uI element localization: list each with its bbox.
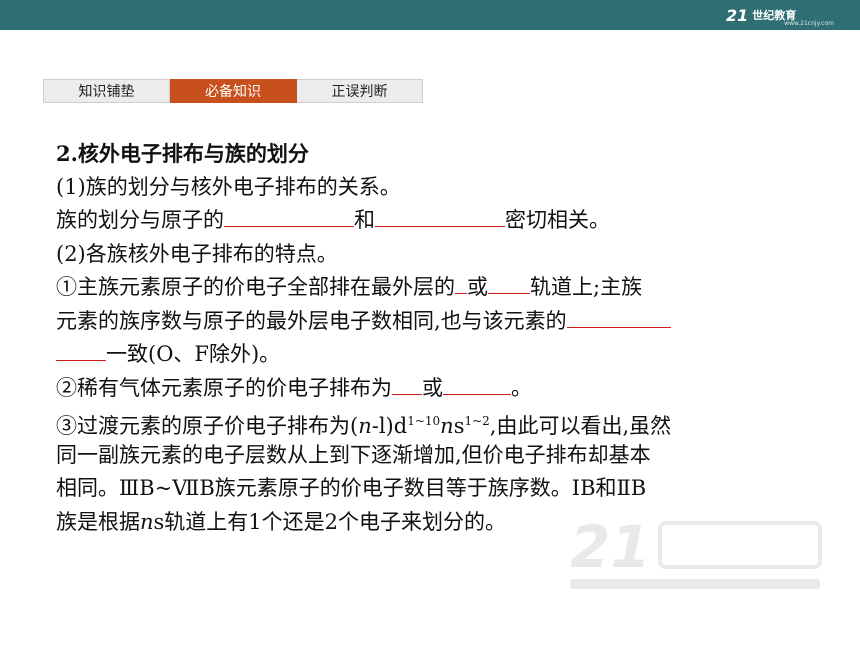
text-line: (1)族的划分与核外电子排布的关系。 [56, 174, 401, 199]
section-tabs: 知识铺垫 必备知识 正误判断 [43, 79, 423, 103]
fill-blank [488, 271, 530, 294]
text-line: 同一副族元素的电子层数从上到下逐渐增加,但价电子排布却基本 [56, 442, 651, 467]
lesson-content: 2.核外电子排布与族的划分 (1)族的划分与核外电子排布的关系。 族的划分与原子… [56, 137, 806, 539]
header-bar: 21 世纪教育 www.21cnjy.com [0, 0, 860, 30]
fill-blank [375, 204, 505, 227]
text-segment: s [453, 414, 465, 438]
text-line: 族是根据ns轨道上有1个还是2个电子来划分的。 [56, 506, 806, 540]
text-segment: s轨道上有1个还是2个电子来划分的。 [153, 509, 507, 534]
text-segment: 和 [354, 208, 375, 232]
text-line: (2)各族核外电子排布的特点。 [56, 241, 338, 266]
superscript: 1~2 [464, 414, 490, 428]
text-line: 相同。ⅢB~ⅦB族元素原子的价电子数目等于族序数。ⅠB和ⅡB [56, 476, 647, 500]
tab-true-false[interactable]: 正误判断 [297, 79, 423, 103]
fill-blank [224, 204, 354, 227]
superscript: 1~10 [407, 414, 441, 428]
text-line: 族的划分与原子的 和 密切相关。 [56, 204, 806, 238]
text-segment: n [140, 509, 154, 534]
text-segment: 元素的族序数与原子的最外层电子数相同,也与该元素的 [56, 308, 567, 333]
text-segment: 一致(O、F除外)。 [106, 342, 281, 366]
text-line: 一致(O、F除外)。 [56, 338, 806, 372]
text-line: ①主族元素原子的价电子全部排在最外层的或 轨道上;主族 [56, 271, 806, 305]
text-segment: 族的划分与原子的 [56, 208, 224, 232]
text-line: ②稀有气体元素原子的价电子排布为 或 。 [56, 372, 806, 406]
text-segment: ①主族元素原子的价电子全部排在最外层的 [56, 275, 455, 299]
text-segment: ③过渡元素的原子价电子排布为( [56, 414, 359, 438]
tab-knowledge-foundation[interactable]: 知识铺垫 [43, 79, 170, 103]
text-segment: n [440, 414, 454, 438]
text-segment: 族是根据 [56, 509, 140, 534]
text-segment: 。 [511, 375, 532, 400]
text-line: ③过渡元素的原子价电子排布为(n-l)d1~10ns1~2,由此可以看出,虽然 [56, 405, 806, 439]
fill-blank [56, 338, 106, 361]
text-segment: 轨道上;主族 [530, 275, 643, 299]
text-line: 元素的族序数与原子的最外层电子数相同,也与该元素的 [56, 305, 806, 339]
text-segment: 或 [467, 275, 488, 299]
brand-logo: 21 世纪教育 www.21cnjy.com [726, 3, 836, 28]
text-segment: -l)d [371, 414, 408, 438]
tab-essential-knowledge[interactable]: 必备知识 [170, 79, 297, 103]
text-segment: 密切相关。 [505, 208, 610, 232]
watermark-bar [570, 579, 820, 589]
text-segment: 或 [422, 375, 443, 400]
text-segment: ②稀有气体元素原子的价电子排布为 [56, 375, 392, 400]
section-heading: 2.核外电子排布与族的划分 [56, 141, 309, 166]
text-segment: ,由此可以看出,虽然 [489, 414, 672, 438]
fill-blank [392, 372, 422, 395]
fill-blank [455, 271, 467, 294]
fill-blank [566, 305, 671, 328]
logo-url: www.21cnjy.com [784, 20, 834, 27]
text-segment: n [358, 414, 372, 438]
fill-blank [443, 372, 511, 395]
logo-mark: 21 [726, 5, 749, 25]
